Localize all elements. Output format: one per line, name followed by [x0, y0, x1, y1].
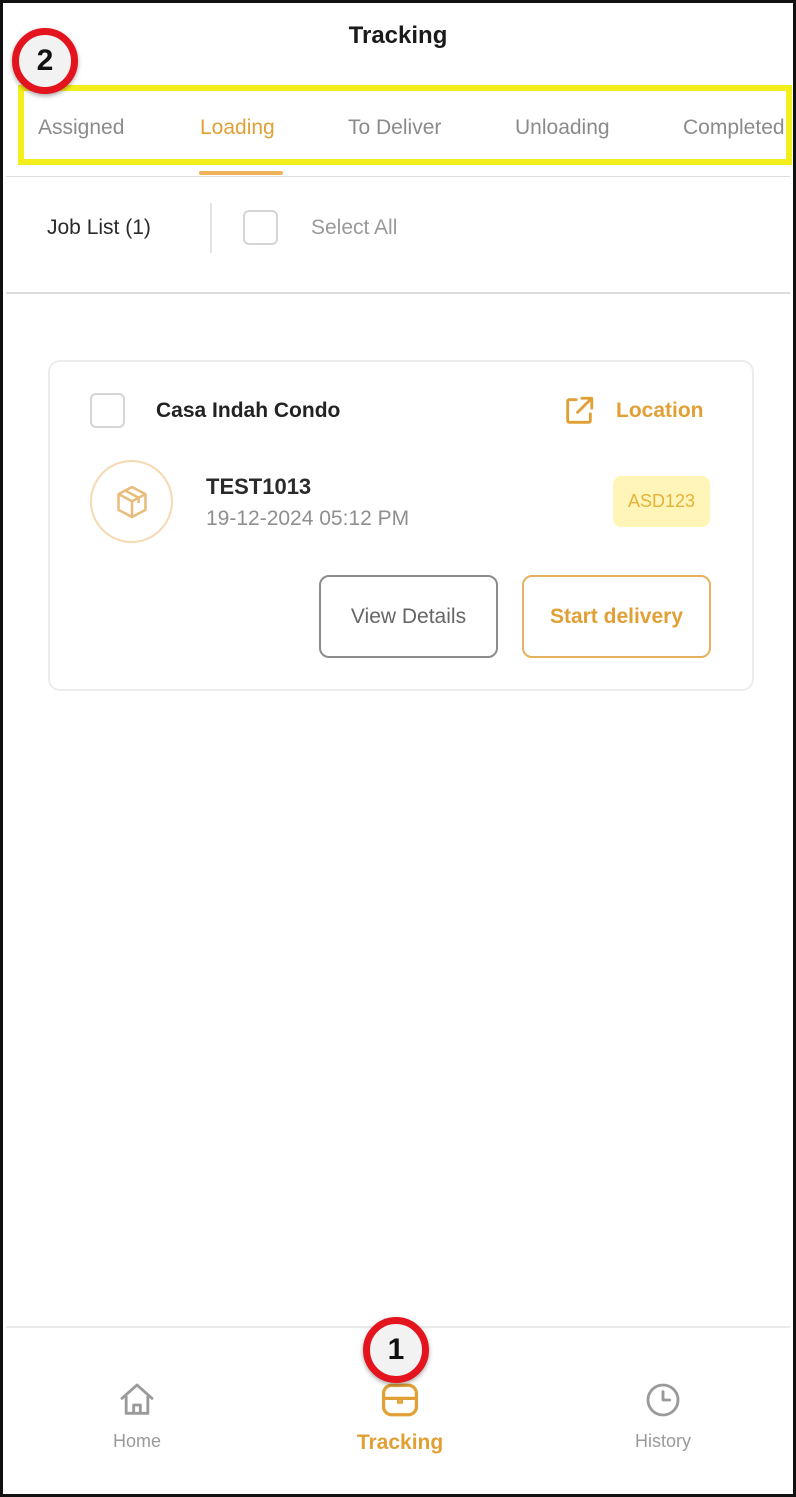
- vehicle-badge: ASD123: [613, 476, 710, 527]
- page-title: Tracking: [348, 22, 448, 49]
- job-list-count: Job List (1): [47, 216, 151, 239]
- tab-loading[interactable]: Loading: [200, 116, 275, 140]
- list-divider: [6, 292, 790, 294]
- annotation-marker-1: 1: [363, 1317, 429, 1383]
- tab-bar-highlight: Assigned Loading To Deliver Unloading Co…: [18, 85, 792, 165]
- nav-label-home: Home: [112, 1431, 161, 1451]
- nav-item-home[interactable]: Home: [96, 1380, 178, 1452]
- annotation-marker-2: 2: [12, 28, 78, 94]
- nav-label-history: History: [634, 1431, 691, 1451]
- start-delivery-button[interactable]: Start delivery: [522, 575, 711, 658]
- tracking-box-icon: [381, 1383, 419, 1417]
- nav-label-tracking: Tracking: [356, 1431, 444, 1454]
- tabs-divider: [6, 176, 790, 177]
- tab-to-deliver[interactable]: To Deliver: [348, 116, 441, 140]
- location-link[interactable]: Location: [616, 399, 704, 423]
- tab-assigned[interactable]: Assigned: [38, 116, 124, 140]
- select-all-label[interactable]: Select All: [311, 216, 397, 240]
- tab-unloading[interactable]: Unloading: [515, 116, 610, 140]
- select-all-checkbox[interactable]: [243, 210, 278, 245]
- view-details-button[interactable]: View Details: [319, 575, 498, 658]
- active-tab-indicator: [199, 171, 283, 175]
- external-link-icon[interactable]: [562, 394, 596, 428]
- header-vertical-divider: [210, 203, 212, 253]
- package-avatar: [90, 460, 173, 543]
- home-icon: [120, 1383, 154, 1415]
- package-icon: [117, 485, 147, 519]
- job-datetime: 19-12-2024 05:12 PM: [206, 507, 410, 530]
- clock-icon: [646, 1383, 680, 1417]
- job-location-name: Casa Indah Condo: [156, 399, 341, 422]
- tab-completed[interactable]: Completed: [683, 116, 785, 140]
- nav-item-history[interactable]: History: [618, 1380, 708, 1452]
- job-id: TEST1013: [206, 474, 312, 499]
- job-card-checkbox[interactable]: [90, 393, 125, 428]
- nav-item-tracking[interactable]: Tracking: [344, 1380, 456, 1455]
